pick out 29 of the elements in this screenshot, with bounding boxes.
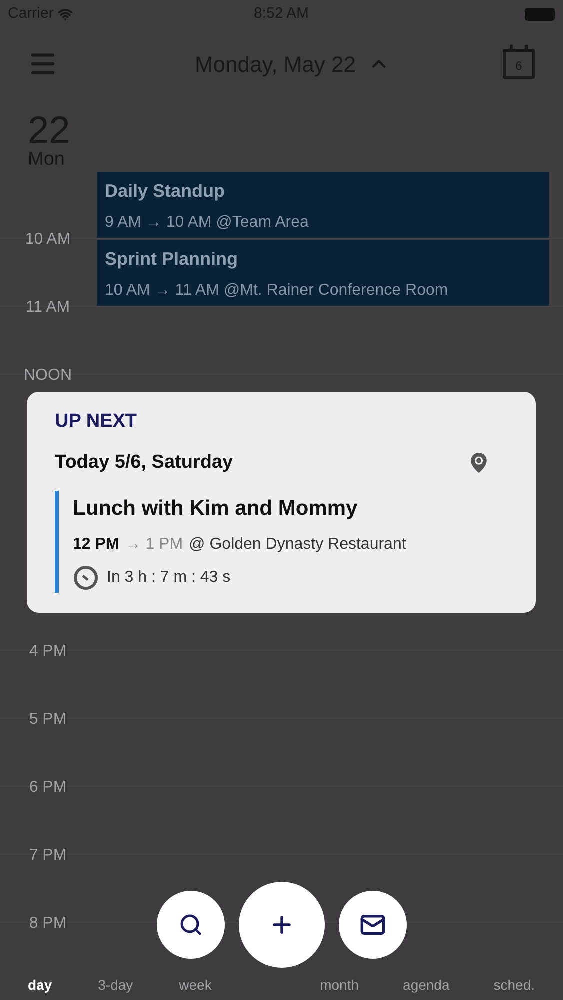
event-block[interactable]: Daily Standup 9 AM → 10 AM @Team Area: [97, 172, 549, 238]
clock-icon: [73, 564, 99, 590]
up-next-card[interactable]: UP NEXT Today 5/6, Saturday Lunch with Kim and Mommy 12 PM → 1 PM @ Golden Dynasty Restaurant In 3 h : 7 m : 43 s: [27, 392, 536, 612]
event-date: Today 5/6, Saturday: [55, 450, 234, 474]
event-end: → 1 PM: [125, 534, 184, 554]
mail-icon: [360, 912, 386, 938]
hour-label: 11 AM: [24, 298, 72, 318]
up-next-heading: UP NEXT: [55, 410, 138, 434]
view-tab[interactable]: day: [24, 975, 56, 996]
search-icon: [178, 913, 202, 937]
hour-label: 8 PM: [28, 914, 68, 934]
view-tab[interactable]: agenda: [399, 975, 454, 996]
view-tab[interactable]: month: [316, 975, 364, 996]
wifi-icon: [58, 6, 73, 22]
hour-label: 5 PM: [28, 710, 68, 730]
view-tab[interactable]: sched.: [490, 975, 539, 996]
hour-label: 10 AM: [24, 230, 72, 250]
event-title: Lunch with Kim and Mommy: [73, 496, 358, 522]
view-tab[interactable]: week: [175, 975, 216, 996]
event-block[interactable]: Sprint Planning 10 AM → 11 AM @Mt. Rainer Conference Room: [97, 240, 549, 306]
hour-label: 4 PM: [28, 642, 68, 662]
hour-label: 6 PM: [28, 778, 68, 798]
hour-label: 7 PM: [28, 846, 68, 866]
event-place: @ Golden Dynasty Restaurant: [189, 534, 406, 554]
event-start: 12 PM: [73, 534, 120, 554]
countdown-text: In 3 h : 7 m : 43 s: [107, 568, 231, 588]
hour-label: NOON: [23, 366, 73, 386]
battery-icon: [524, 8, 555, 20]
view-tab[interactable]: 3-day: [94, 975, 138, 996]
